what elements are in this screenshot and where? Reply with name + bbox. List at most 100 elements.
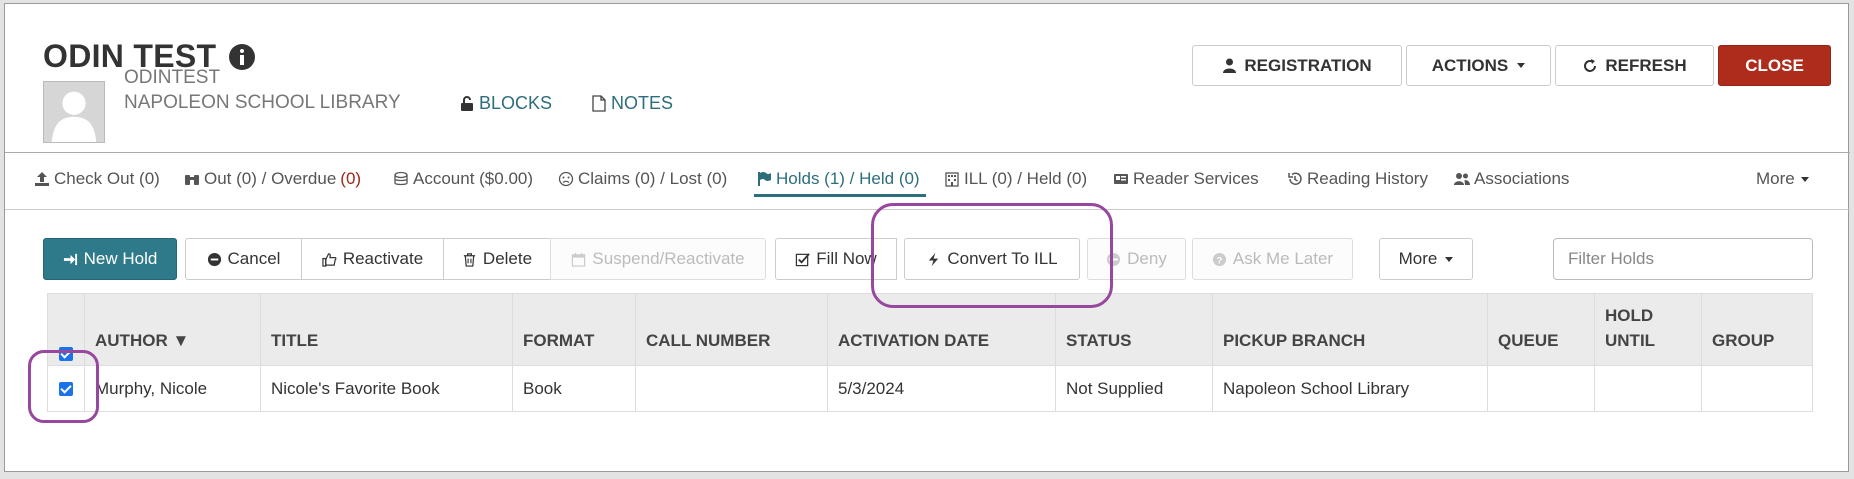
actions-label: ACTIONS xyxy=(1431,55,1509,75)
check-square-icon xyxy=(796,252,811,266)
person-silhouette-icon xyxy=(44,82,104,142)
cell-group xyxy=(1701,365,1813,412)
tab-check-out[interactable]: Check Out (0) xyxy=(34,169,160,189)
tab-account[interactable]: Account ($0.00) xyxy=(393,169,533,189)
trash-icon xyxy=(463,252,476,267)
tab-label: More xyxy=(1756,169,1795,188)
ask-me-later-button[interactable]: ? Ask Me Later xyxy=(1192,238,1353,280)
tab-more[interactable]: More xyxy=(1756,169,1809,189)
tab-label: Reader Services xyxy=(1133,169,1259,188)
reactivate-button[interactable]: Reactivate xyxy=(301,238,444,280)
table-row[interactable]: Murphy, Nicole Nicole's Favorite Book Bo… xyxy=(47,365,1813,412)
refresh-label: REFRESH xyxy=(1605,55,1687,75)
refresh-button[interactable]: REFRESH xyxy=(1555,45,1714,86)
tab-reading-history[interactable]: Reading History xyxy=(1287,169,1428,189)
more-dropdown[interactable]: More xyxy=(1379,238,1473,280)
info-icon[interactable] xyxy=(229,43,256,70)
notes-label: NOTES xyxy=(611,93,674,113)
calendar-icon xyxy=(572,252,586,267)
column-queue[interactable]: QUEUE xyxy=(1487,293,1595,366)
tab-ill[interactable]: ILL (0) / Held (0) xyxy=(944,169,1087,189)
highlight-row-checkbox xyxy=(28,350,99,423)
binoculars-icon xyxy=(185,175,199,185)
column-group[interactable]: GROUP xyxy=(1701,293,1813,366)
tab-label: Out (0) / Overdue xyxy=(204,169,337,188)
column-call-number[interactable]: CALL NUMBER xyxy=(635,293,828,366)
users-icon xyxy=(1454,173,1470,185)
new-hold-label: New Hold xyxy=(83,249,158,268)
column-format[interactable]: FORMAT xyxy=(512,293,636,366)
avatar xyxy=(43,81,105,143)
tab-label: Check Out (0) xyxy=(54,169,160,188)
column-author[interactable]: AUTHOR ▼ xyxy=(84,293,261,366)
cell-queue xyxy=(1487,365,1595,412)
overdue-count: (0) xyxy=(340,169,362,188)
delete-button[interactable]: Delete xyxy=(443,238,551,280)
thumbs-up-icon xyxy=(322,252,337,267)
svg-text:?: ? xyxy=(1217,255,1223,265)
history-icon xyxy=(1288,172,1302,185)
suspend-label: Suspend/Reactivate xyxy=(592,249,745,268)
cell-title: Nicole's Favorite Book xyxy=(260,365,513,412)
refresh-icon xyxy=(1584,58,1597,72)
document-icon xyxy=(592,95,606,112)
money-icon xyxy=(394,171,408,186)
tab-out-overdue[interactable]: Out (0) / Overdue (0) xyxy=(184,169,361,189)
question-circle-icon: ? xyxy=(1212,252,1226,266)
tab-reader-services[interactable]: Reader Services xyxy=(1113,169,1259,189)
registration-button[interactable]: REGISTRATION xyxy=(1192,45,1402,86)
highlight-convert-to-ill xyxy=(871,203,1113,308)
tab-label: Holds (1) / Held (0) xyxy=(776,169,920,188)
cell-call-number xyxy=(635,365,828,412)
divider xyxy=(5,152,1850,153)
unlock-icon xyxy=(461,95,473,111)
tab-label: Associations xyxy=(1474,169,1570,188)
close-label: CLOSE xyxy=(1745,55,1804,75)
cell-status: Not Supplied xyxy=(1055,365,1213,412)
delete-label: Delete xyxy=(482,249,533,268)
filter-holds-input[interactable] xyxy=(1553,238,1813,280)
tab-label: ILL (0) / Held (0) xyxy=(964,169,1088,188)
tab-label: Account ($0.00) xyxy=(413,169,534,188)
new-hold-button[interactable]: New Hold xyxy=(43,238,177,280)
tab-label: Reading History xyxy=(1307,169,1428,188)
cancel-button[interactable]: Cancel xyxy=(185,238,302,280)
column-title[interactable]: TITLE xyxy=(260,293,513,366)
reactivate-label: Reactivate xyxy=(342,249,424,268)
cell-activation-date: 5/3/2024 xyxy=(827,365,1056,412)
cell-format: Book xyxy=(512,365,636,412)
cell-author: Murphy, Nicole xyxy=(84,365,261,412)
flag-icon xyxy=(758,172,771,186)
patron-window: ODIN TEST ODINTEST NAPOLEON SCHOOL LIBRA… xyxy=(4,3,1850,472)
tab-associations[interactable]: Associations xyxy=(1454,169,1569,189)
column-pickup-branch[interactable]: PICKUP BRANCH xyxy=(1212,293,1488,366)
tab-label: Claims (0) / Lost (0) xyxy=(578,169,728,188)
patron-library: NAPOLEON SCHOOL LIBRARY xyxy=(124,92,401,113)
patron-username: ODINTEST xyxy=(124,67,221,88)
suspend-reactivate-button[interactable]: Suspend/Reactivate xyxy=(550,238,766,280)
active-tab-indicator xyxy=(754,194,926,197)
frown-icon xyxy=(558,171,574,187)
column-hold-until[interactable]: HOLD UNTIL xyxy=(1594,293,1702,366)
notes-link[interactable]: NOTES xyxy=(592,93,673,114)
tab-holds[interactable]: Holds (1) / Held (0) xyxy=(756,169,920,189)
fill-now-label: Fill Now xyxy=(816,249,877,268)
cell-hold-until xyxy=(1594,365,1702,412)
deny-label: Deny xyxy=(1127,249,1167,268)
hold-until-label: HOLD UNTIL xyxy=(1605,306,1656,350)
ask-me-later-label: Ask Me Later xyxy=(1232,249,1334,268)
holds-table: AUTHOR ▼ TITLE FORMAT CALL NUMBER ACTIVA… xyxy=(47,293,1813,412)
caret-down-icon xyxy=(1517,63,1526,68)
registration-label: REGISTRATION xyxy=(1244,55,1372,75)
id-card-icon xyxy=(1114,174,1128,184)
sign-in-icon xyxy=(63,253,77,265)
building-icon xyxy=(945,172,959,187)
tab-claims-lost[interactable]: Claims (0) / Lost (0) xyxy=(558,169,727,189)
close-button[interactable]: CLOSE xyxy=(1718,45,1831,86)
blocks-link[interactable]: BLOCKS xyxy=(460,93,552,114)
actions-dropdown[interactable]: ACTIONS xyxy=(1406,45,1551,86)
cancel-label: Cancel xyxy=(227,249,281,268)
more-label: More xyxy=(1398,249,1438,268)
upload-icon xyxy=(35,172,49,186)
blocks-label: BLOCKS xyxy=(479,93,553,113)
